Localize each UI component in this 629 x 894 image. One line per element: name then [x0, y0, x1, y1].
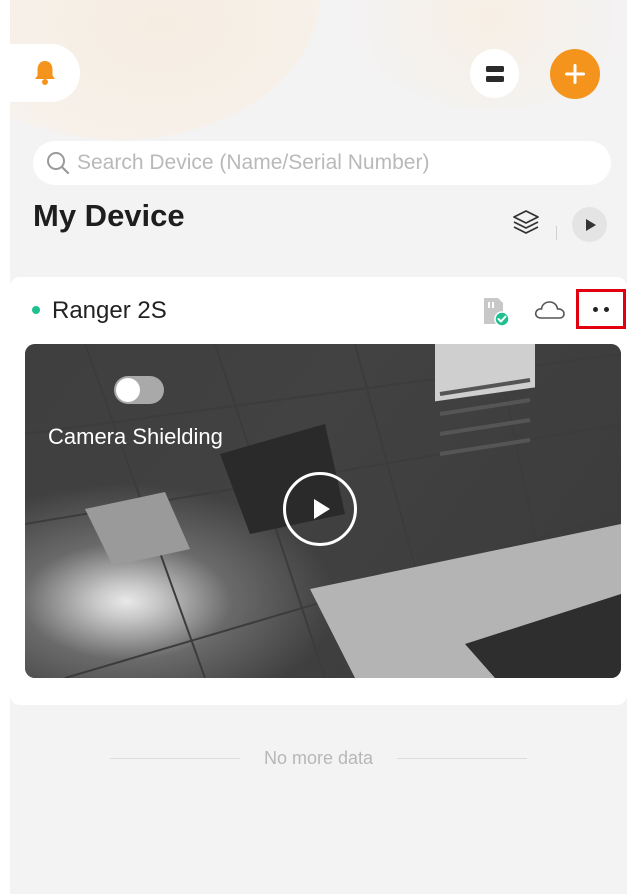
plus-icon — [565, 64, 585, 84]
app-screen: My Device Ranger 2S — [10, 0, 627, 894]
camera-shielding-label: Camera Shielding — [48, 424, 223, 449]
play-icon — [314, 499, 330, 519]
cloud-icon[interactable] — [533, 297, 567, 323]
play-video-button[interactable] — [283, 472, 357, 546]
more-options-button[interactable] — [576, 289, 626, 329]
add-device-button[interactable] — [550, 49, 600, 99]
toggle-knob — [116, 378, 140, 402]
search-bar[interactable] — [33, 141, 611, 185]
layers-icon[interactable] — [510, 206, 542, 238]
more-dot-icon — [604, 306, 609, 312]
page-title: My Device — [33, 198, 185, 233]
online-status-dot — [32, 306, 40, 314]
sd-card-icon[interactable] — [478, 295, 510, 327]
device-name: Ranger 2S — [52, 297, 167, 324]
play-all-button[interactable] — [572, 207, 607, 242]
bell-icon — [35, 61, 55, 85]
divider — [397, 758, 528, 759]
camera-preview[interactable]: Camera Shielding — [25, 344, 621, 678]
search-input[interactable] — [77, 151, 577, 175]
more-dot-icon — [593, 306, 598, 312]
end-of-list: No more data — [10, 748, 627, 769]
notifications-button[interactable] — [10, 44, 80, 102]
divider — [556, 226, 557, 240]
search-icon — [47, 152, 70, 175]
play-icon — [585, 218, 596, 231]
device-list-button[interactable] — [470, 49, 519, 98]
list-icon — [485, 65, 504, 82]
divider — [109, 758, 240, 759]
no-more-data-text: No more data — [263, 748, 374, 768]
camera-shielding-toggle[interactable] — [114, 376, 164, 404]
